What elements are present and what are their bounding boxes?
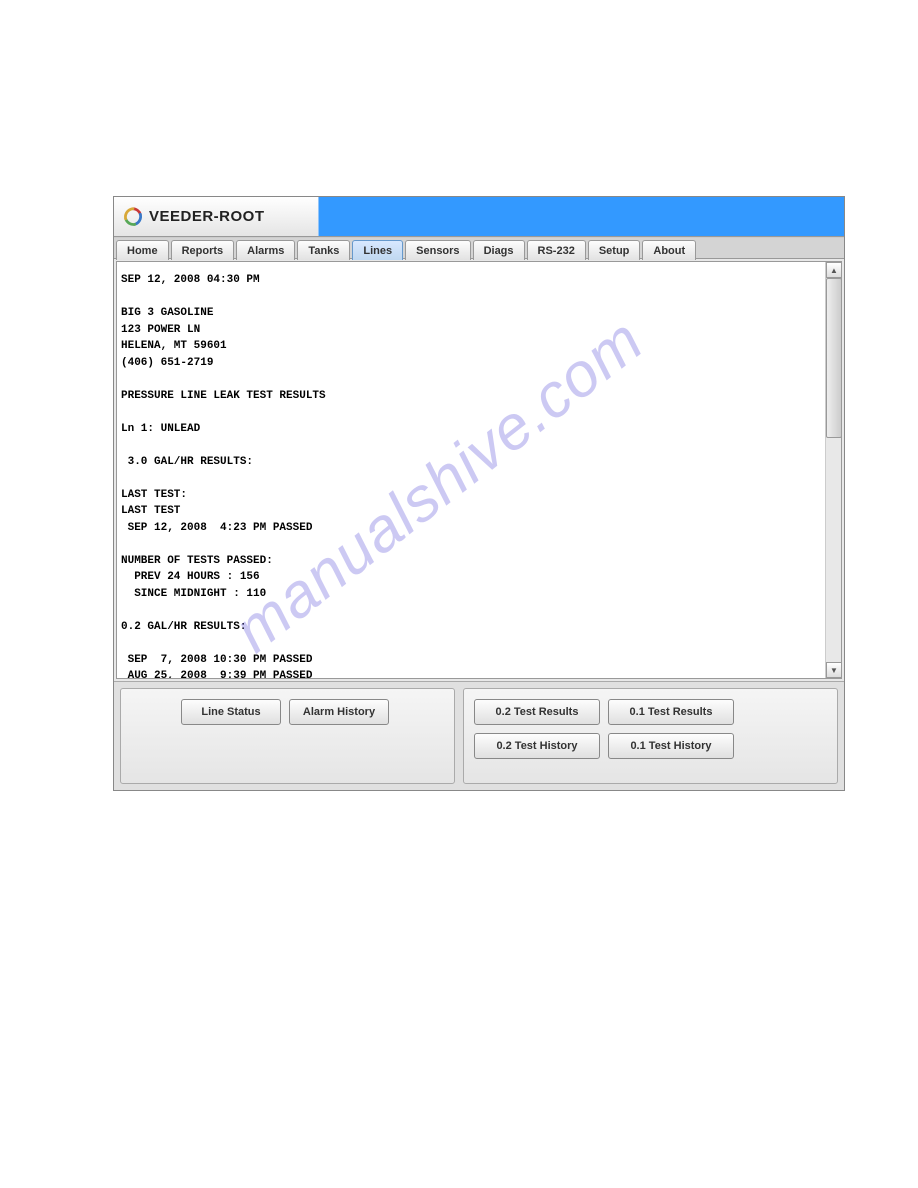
tab-sensors[interactable]: Sensors <box>405 240 470 260</box>
tab-reports[interactable]: Reports <box>171 240 235 260</box>
report-text: SEP 12, 2008 04:30 PM BIG 3 GASOLINE 123… <box>117 262 825 678</box>
scroll-down-icon[interactable]: ▼ <box>826 662 842 678</box>
report-content-area: SEP 12, 2008 04:30 PM BIG 3 GASOLINE 123… <box>116 261 842 679</box>
tab-about[interactable]: About <box>642 240 696 260</box>
logo-icon <box>122 206 144 228</box>
title-bar: VEEDER-ROOT <box>114 197 844 237</box>
brand-name: VEEDER-ROOT <box>149 208 265 225</box>
tab-bar: Home Reports Alarms Tanks Lines Sensors … <box>114 237 844 259</box>
button-panel-left: Line Status Alarm History <box>120 688 455 784</box>
tab-home[interactable]: Home <box>116 240 169 260</box>
logo-area: VEEDER-ROOT <box>114 197 318 236</box>
alarm-history-button[interactable]: Alarm History <box>289 699 389 725</box>
scroll-thumb[interactable] <box>826 278 842 438</box>
line-status-button[interactable]: Line Status <box>181 699 281 725</box>
button-row: Line Status Alarm History 0.2 Test Resul… <box>114 681 844 790</box>
button-panel-right: 0.2 Test Results 0.1 Test Results 0.2 Te… <box>463 688 838 784</box>
test-history-01-button[interactable]: 0.1 Test History <box>608 733 734 759</box>
tab-lines[interactable]: Lines <box>352 240 403 260</box>
test-results-02-button[interactable]: 0.2 Test Results <box>474 699 600 725</box>
tab-alarms[interactable]: Alarms <box>236 240 295 260</box>
scrollbar[interactable]: ▲ ▼ <box>825 262 841 678</box>
tab-rs232[interactable]: RS-232 <box>527 240 586 260</box>
test-history-02-button[interactable]: 0.2 Test History <box>474 733 600 759</box>
tab-setup[interactable]: Setup <box>588 240 641 260</box>
scroll-up-icon[interactable]: ▲ <box>826 262 842 278</box>
tab-tanks[interactable]: Tanks <box>297 240 350 260</box>
app-window: VEEDER-ROOT Home Reports Alarms Tanks Li… <box>113 196 845 791</box>
test-results-01-button[interactable]: 0.1 Test Results <box>608 699 734 725</box>
tab-diags[interactable]: Diags <box>473 240 525 260</box>
